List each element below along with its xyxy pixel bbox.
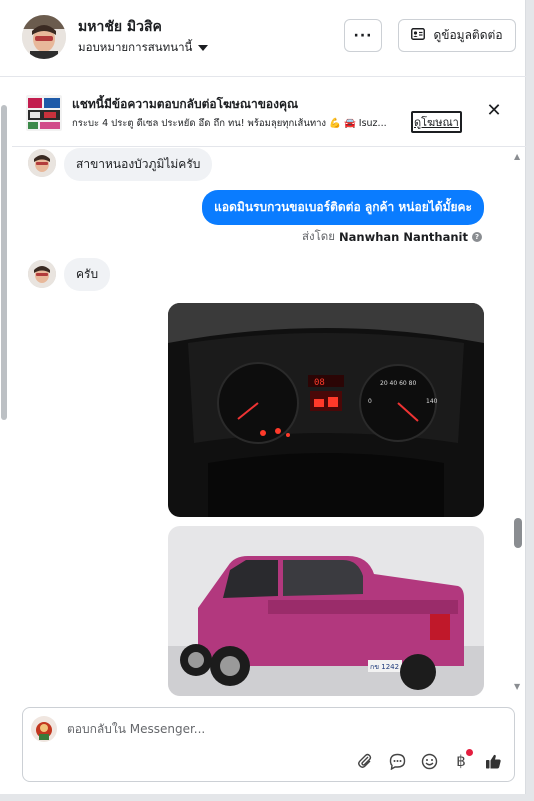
thread-scrollbar[interactable]: ▲ ▼ [512, 152, 524, 692]
smiley-icon[interactable] [420, 752, 438, 770]
sender-avatar[interactable] [28, 260, 56, 288]
caret-down-icon [198, 45, 209, 51]
view-contact-button[interactable]: ดูข้อมูลติดต่อ [398, 19, 516, 52]
message-thread[interactable]: สาขาหนองบัวภูมิไม่ครับ แอดมินรบกวนขอเบอร… [12, 148, 526, 696]
more-options-button[interactable]: ··· [344, 19, 382, 52]
incoming-message[interactable]: ครับ [64, 258, 111, 291]
svg-text:140: 140 [426, 398, 438, 405]
view-contact-label: ดูข้อมูลติดต่อ [433, 28, 503, 42]
thumbs-up-icon[interactable] [484, 752, 502, 770]
contact-avatar[interactable] [22, 15, 66, 59]
view-ad-link[interactable]: ดูโฆษณา [411, 111, 462, 133]
page-avatar [31, 716, 57, 742]
outgoing-message[interactable]: แอดมินรบกวนขอเบอร์ติดต่อ ลูกค้า หน่อยได้… [202, 190, 484, 225]
sent-by-prefix: ส่งโดย [301, 229, 336, 243]
sent-by-name: Nanwhan Nanthanit [339, 230, 468, 244]
svg-text:20 40 60 80: 20 40 60 80 [380, 380, 416, 387]
chat-bubble-icon[interactable] [388, 752, 406, 770]
baht-icon[interactable]: ฿ [452, 749, 473, 770]
left-scrollbar[interactable] [0, 95, 8, 795]
sent-by-line: ส่งโดย Nanwhan Nanthanit ? [302, 228, 482, 246]
svg-text:0: 0 [368, 398, 372, 405]
contact-card-icon [411, 28, 426, 43]
svg-text:08: 08 [314, 378, 325, 388]
message-composer: ฿ [22, 707, 515, 782]
paperclip-icon[interactable] [356, 752, 374, 770]
car-photo[interactable]: กข 1242 [168, 526, 484, 696]
assign-label: มอบหมายการสนทนานี้ [78, 40, 193, 54]
conversation-panel: มหาชัย มิวสิค มอบหมายการสนทนานี้ ··· ดูข… [0, 0, 526, 794]
scroll-up-icon[interactable]: ▲ [514, 152, 520, 161]
contact-name[interactable]: มหาชัย มิวสิค [78, 16, 162, 38]
notification-dot [466, 749, 473, 756]
reply-input[interactable] [67, 718, 497, 740]
ad-thumbnail[interactable] [26, 95, 62, 131]
left-scrollbar-thumb[interactable] [1, 105, 7, 420]
composer-toolbar: ฿ [356, 749, 502, 770]
scroll-down-icon[interactable]: ▼ [514, 682, 520, 691]
assign-conversation-dropdown[interactable]: มอบหมายการสนทนานี้ [78, 39, 209, 57]
svg-text:กข 1242: กข 1242 [370, 663, 399, 671]
ad-banner-subtitle: กระบะ 4 ประตู ดีเซล ประหยัด อึด ถึก ทน! … [72, 118, 387, 129]
ad-reply-banner: แชทนี้มีข้อความตอบกลับต่อโฆษณาของคุณ กระ… [12, 77, 526, 147]
dashboard-photo[interactable]: 20 40 60 80 0 140 08 [168, 303, 484, 517]
ad-banner-title: แชทนี้มีข้อความตอบกลับต่อโฆษณาของคุณ [72, 97, 299, 111]
thread-scrollbar-thumb[interactable] [514, 518, 522, 548]
close-icon[interactable]: ✕ [484, 101, 504, 121]
conversation-header: มหาชัย มิวสิค มอบหมายการสนทนานี้ ··· ดูข… [0, 0, 526, 77]
sender-avatar[interactable] [28, 149, 56, 177]
help-icon[interactable]: ? [472, 232, 482, 242]
incoming-message[interactable]: สาขาหนองบัวภูมิไม่ครับ [64, 148, 213, 181]
